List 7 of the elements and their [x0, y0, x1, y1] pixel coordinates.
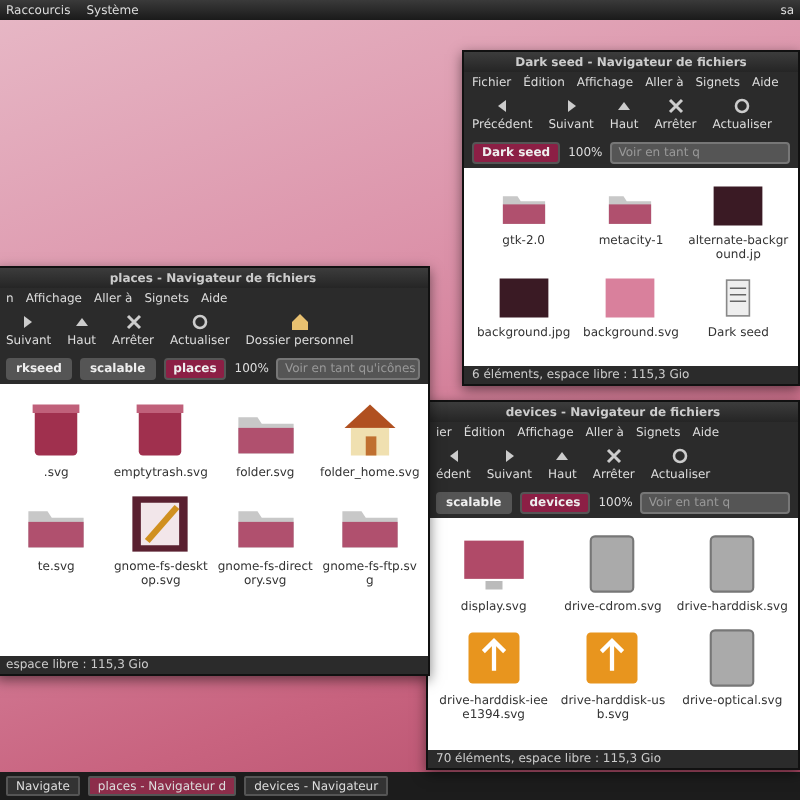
- reload-icon: [670, 446, 691, 466]
- reload-icon: [189, 312, 210, 332]
- reload-icon: [732, 96, 753, 116]
- stop-icon: [603, 446, 624, 466]
- stop-icon: [123, 312, 144, 332]
- house-icon: [289, 312, 310, 332]
- stop-icon: [665, 96, 686, 116]
